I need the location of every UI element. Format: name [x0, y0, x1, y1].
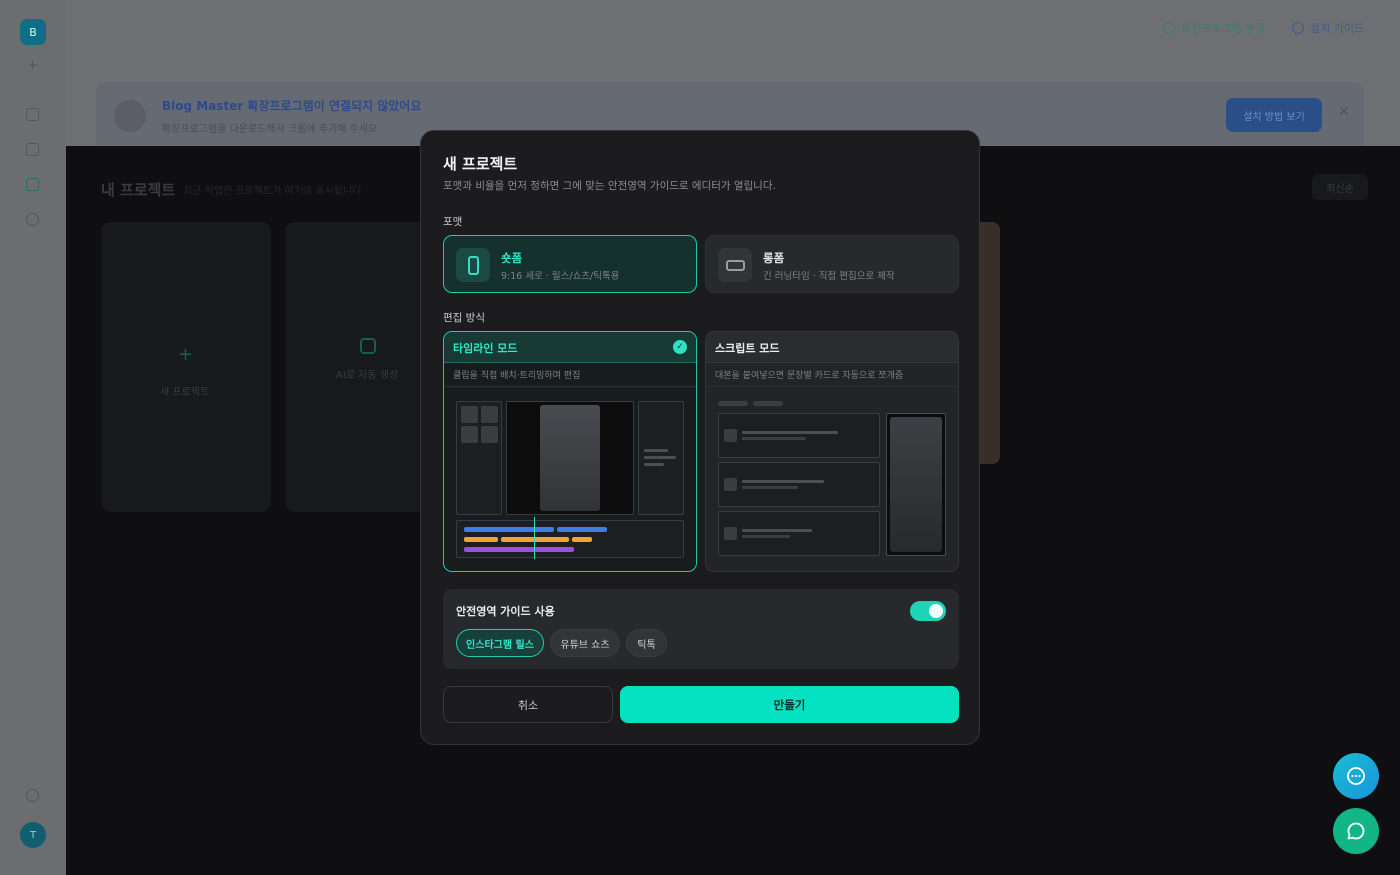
preview-properties-panel — [638, 401, 684, 515]
cancel-button[interactable]: 취소 — [443, 686, 613, 723]
dialog-subtitle: 포맷과 비율을 먼저 정하면 그에 맞는 안전영역 가이드로 에디터가 열립니다… — [443, 180, 776, 192]
format-name: 롱폼 — [763, 251, 785, 265]
new-project-dialog: 새 프로젝트 포맷과 비율을 먼저 정하면 그에 맞는 안전영역 가이드로 에디… — [420, 130, 980, 745]
app-sidebar: B + T — [0, 0, 66, 875]
platform-chip-tiktok[interactable]: 틱톡 — [626, 629, 667, 657]
preview-phone-canvas — [886, 413, 946, 556]
landscape-icon — [725, 259, 745, 271]
preview-script-card — [718, 413, 880, 458]
format-section-label: 포맷 — [443, 216, 463, 228]
extension-icon — [114, 100, 146, 132]
mode-desc: 대본을 붙여넣으면 문장별 카드로 자동으로 쪼개줌 — [715, 371, 904, 381]
chat-fab[interactable] — [1333, 753, 1379, 799]
format-desc: 긴 러닝타임 · 직접 편집으로 제작 — [763, 271, 895, 282]
mode-option-timeline[interactable]: 타임라인 모드 ✓ 클립을 직접 배치·트리밍하며 편집 — [443, 331, 697, 572]
help-chat-fab[interactable] — [1333, 808, 1379, 854]
dialog-title: 새 프로젝트 — [443, 155, 518, 173]
video-icon[interactable] — [26, 178, 39, 191]
preview-canvas — [506, 401, 634, 515]
install-guide-link[interactable]: 설치 가이드 — [1292, 20, 1364, 36]
format-name: 숏폼 — [501, 251, 523, 265]
format-desc: 9:16 세로 · 릴스/쇼츠/틱톡용 — [501, 271, 620, 282]
help-icon — [1292, 22, 1304, 34]
settings-icon[interactable] — [26, 213, 39, 226]
sort-button[interactable]: 최신순 — [1312, 174, 1368, 200]
extension-link[interactable]: 확장프로그램 연결 — [1163, 20, 1265, 36]
phone-portrait-icon — [467, 255, 479, 275]
page-subtitle: 최근 작업한 프로젝트가 여기에 표시됩니다 — [183, 186, 362, 197]
safe-area-guide-label: 안전영역 가이드 사용 — [456, 605, 555, 618]
safe-area-guide-panel: 안전영역 가이드 사용 인스타그램 릴스 유튜브 쇼츠 틱톡 — [443, 589, 959, 669]
grid-icon[interactable] — [26, 108, 39, 121]
close-icon[interactable]: ✕ — [1338, 104, 1350, 120]
chat-bubble-icon — [1347, 822, 1365, 840]
platform-chip-shorts[interactable]: 유튜브 쇼츠 — [550, 629, 620, 657]
preview-script-card — [718, 511, 880, 556]
avatar[interactable]: T — [20, 822, 46, 848]
mode-title: 타임라인 모드 — [453, 342, 518, 355]
mode-title: 스크립트 모드 — [715, 342, 780, 355]
chat-bubble-dots-icon — [1347, 767, 1365, 785]
format-option-shortform[interactable]: 숏폼 9:16 세로 · 릴스/쇼츠/틱톡용 — [443, 235, 697, 293]
banner-title: Blog Master 확장프로그램이 연결되지 않았어요 — [162, 99, 422, 113]
new-project-card-label: 새 프로젝트 — [160, 387, 210, 398]
platform-chip-reels[interactable]: 인스타그램 릴스 — [456, 629, 544, 657]
project-thumbnail[interactable] — [978, 222, 1000, 464]
mode-option-script[interactable]: 스크립트 모드 대본을 붙여넣으면 문장별 카드로 자동으로 쪼개줌 — [705, 331, 959, 572]
page-title: 내 프로젝트 — [101, 181, 176, 199]
format-option-longform[interactable]: 롱폼 긴 러닝타임 · 직접 편집으로 제작 — [705, 235, 959, 293]
banner-subtitle: 확장프로그램을 다운로드해서 크롬에 추가해 주세요. — [162, 124, 381, 135]
preview-timeline — [456, 517, 684, 559]
folder-icon[interactable] — [26, 143, 39, 156]
plus-icon[interactable]: + — [27, 58, 38, 73]
new-project-card[interactable] — [101, 222, 271, 512]
app-logo: B — [20, 19, 46, 45]
mode-desc: 클립을 직접 배치·트리밍하며 편집 — [453, 371, 581, 381]
plus-icon: + — [178, 344, 194, 365]
mode-section-label: 편집 방식 — [443, 312, 485, 324]
install-guide-label: 설치 가이드 — [1310, 22, 1365, 35]
create-button[interactable]: 만들기 — [620, 686, 959, 723]
preview-script-card — [718, 462, 880, 507]
check-icon: ✓ — [673, 340, 687, 354]
theme-icon[interactable] — [26, 789, 39, 802]
extension-link-label: 확장프로그램 연결 — [1181, 22, 1266, 35]
preview-media-panel — [456, 401, 502, 515]
shield-icon — [1163, 22, 1175, 34]
ai-card-label: AI로 자동 생성 — [336, 370, 399, 381]
banner-button[interactable]: 설치 방법 보기 — [1226, 98, 1322, 132]
ai-icon — [360, 338, 376, 354]
safe-area-toggle[interactable] — [910, 601, 946, 621]
